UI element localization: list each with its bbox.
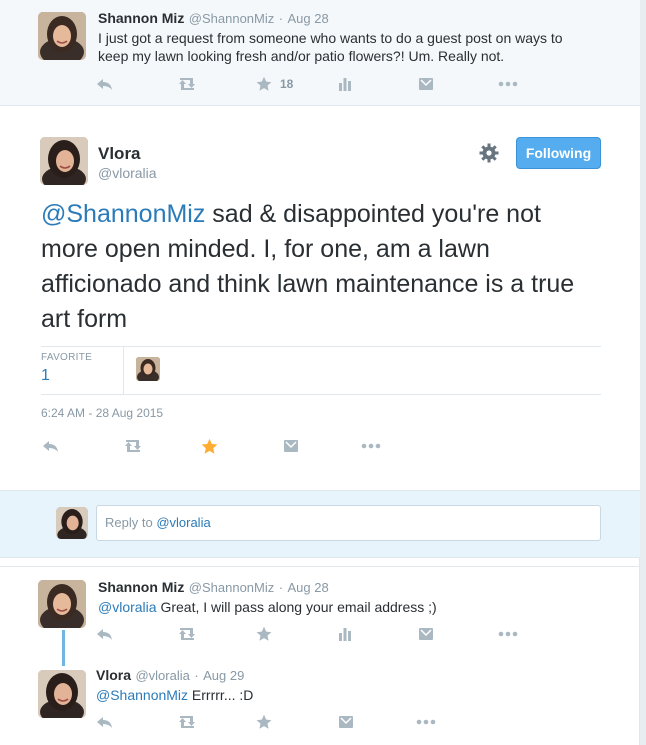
main-tweet-actions — [42, 437, 472, 457]
mention-link[interactable]: @ShannonMiz — [96, 687, 188, 703]
tweet-timestamp[interactable]: Aug 28 — [288, 580, 329, 595]
conversation-thread-line — [62, 630, 65, 666]
author-name[interactable]: Shannon Miz — [98, 10, 184, 26]
author-handle[interactable]: @vloralia — [98, 165, 157, 181]
avatar-shannon[interactable] — [38, 580, 86, 628]
favorite-count-link[interactable]: 1 — [41, 367, 50, 385]
divider — [41, 394, 601, 395]
favoriter-avatar[interactable] — [136, 357, 160, 381]
reply-prefix: Reply to — [105, 515, 157, 530]
parent-tweet-actions: 18 — [96, 75, 526, 95]
reply-tweet-text: @ShannonMiz Errrrr... :D — [96, 686, 586, 704]
author-handle[interactable]: @ShannonMiz — [189, 11, 274, 26]
separator-dot: · — [278, 580, 284, 595]
divider — [41, 346, 601, 347]
dm-icon[interactable] — [338, 713, 354, 731]
reply-icon[interactable] — [96, 625, 114, 643]
tweet-body: Great, I will pass along your email addr… — [156, 599, 437, 615]
parent-tweet-header: Shannon Miz @ShannonMiz · Aug 28 — [98, 10, 329, 28]
mention-link[interactable]: @ShannonMiz — [41, 200, 205, 228]
reply-tweet-header: Shannon Miz @ShannonMiz · Aug 28 — [98, 579, 329, 597]
divider — [0, 566, 640, 567]
retweet-icon[interactable] — [176, 75, 198, 93]
reply-icon[interactable] — [42, 437, 60, 455]
avatar-vlora[interactable] — [38, 670, 86, 718]
star-icon[interactable] — [256, 625, 272, 643]
more-icon[interactable] — [361, 437, 381, 455]
reply-icon[interactable] — [96, 713, 114, 731]
more-icon[interactable] — [498, 75, 518, 93]
favorite-star-icon-active[interactable] — [201, 437, 218, 455]
dm-icon[interactable] — [418, 75, 434, 93]
scrollbar[interactable] — [640, 0, 646, 745]
star-icon — [256, 76, 272, 91]
more-icon[interactable] — [416, 713, 436, 731]
analytics-icon[interactable] — [338, 625, 352, 643]
reply-tweet-actions — [96, 625, 526, 645]
reply-mention: @vloralia — [156, 515, 211, 530]
more-icon[interactable] — [498, 625, 518, 643]
author-handle[interactable]: @ShannonMiz — [189, 580, 274, 595]
avatar-vlora[interactable] — [40, 137, 88, 185]
current-user-avatar — [56, 507, 88, 539]
separator-dot: · — [194, 668, 199, 683]
separator-dot: · — [278, 11, 284, 26]
favorite-count: 18 — [280, 77, 294, 91]
reply-tweet-header: Vlora @vloralia · Aug 29 — [96, 667, 244, 685]
retweet-icon[interactable] — [122, 437, 144, 455]
reply-tweet-actions — [96, 713, 526, 733]
retweet-icon[interactable] — [176, 713, 198, 731]
reply-tweet-text: @vloralia Great, I will pass along your … — [98, 598, 588, 616]
divider — [123, 346, 124, 394]
dm-icon[interactable] — [283, 437, 299, 455]
favorite-button[interactable]: 18 — [256, 75, 293, 93]
following-button[interactable]: Following — [516, 137, 601, 169]
tweet-timestamp[interactable]: Aug 29 — [203, 668, 244, 683]
analytics-icon[interactable] — [338, 75, 352, 93]
tweet-text: @ShannonMiz sad & disappointed you're no… — [41, 197, 601, 337]
star-icon[interactable] — [256, 713, 272, 731]
tweet-timestamp[interactable]: Aug 28 — [288, 11, 329, 26]
reply-input[interactable]: Reply to @vloralia — [96, 505, 601, 541]
dm-icon[interactable] — [418, 625, 434, 643]
tweet-date: 6:24 AM - 28 Aug 2015 — [41, 406, 164, 420]
retweet-icon[interactable] — [176, 625, 198, 643]
mention-link[interactable]: @vloralia — [98, 599, 157, 615]
reply-icon[interactable] — [96, 75, 114, 93]
author-name[interactable]: Shannon Miz — [98, 579, 184, 595]
avatar-shannon[interactable] — [38, 12, 86, 60]
tweet-body: Errrrr... :D — [188, 687, 254, 703]
favorite-label: FAVORITE — [41, 352, 93, 363]
parent-tweet-text: I just got a request from someone who wa… — [98, 30, 563, 64]
author-handle[interactable]: @vloralia — [135, 668, 189, 683]
author-name[interactable]: Vlora — [96, 667, 131, 683]
author-name[interactable]: Vlora — [98, 144, 141, 164]
gear-icon[interactable] — [479, 143, 499, 163]
